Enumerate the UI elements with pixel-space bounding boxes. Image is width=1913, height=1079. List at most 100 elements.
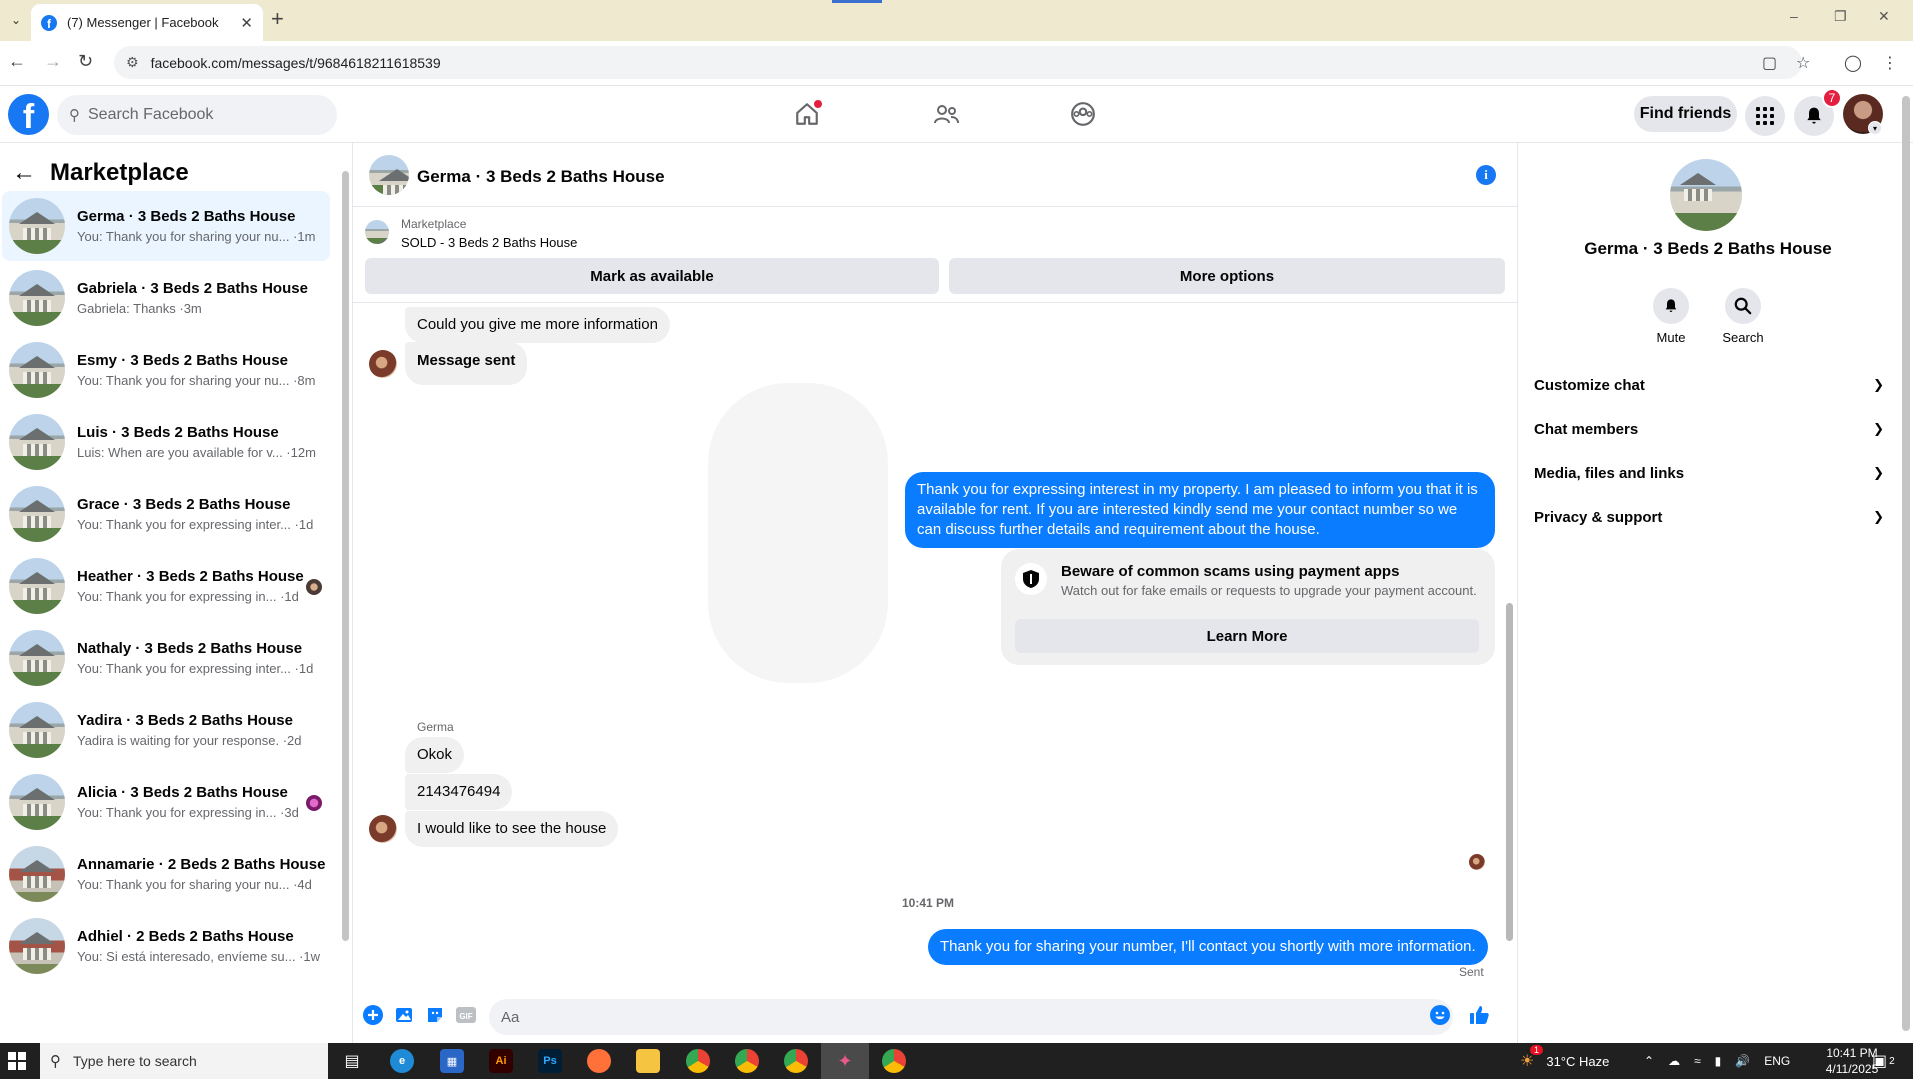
weather-widget[interactable]: ☀ 1 31°C Haze (1520, 1043, 1609, 1079)
contact-avatar[interactable] (369, 350, 397, 378)
media-files-links-section[interactable]: Media, files and links ❯ (1534, 451, 1884, 495)
app-pin-icon[interactable]: ✦ (833, 1049, 857, 1073)
taskbar-search[interactable]: ⚲ Type here to search (40, 1043, 328, 1079)
account-chevron-icon[interactable]: ▾ (1868, 121, 1882, 135)
address-bar-row: ← → ↻ ⚙ facebook.com/messages/t/96846182… (0, 41, 1913, 86)
tab-search-chevron-icon[interactable]: ⌄ (4, 8, 28, 32)
tab-close-icon[interactable]: ✕ (240, 14, 253, 32)
section-label: Media, files and links (1534, 464, 1685, 482)
plus-circle-icon[interactable] (361, 1003, 385, 1027)
chrome-profile-icon[interactable] (735, 1049, 759, 1073)
back-arrow-icon[interactable]: ← (12, 159, 36, 187)
outgoing-message: Thank you for expressing interest in my … (905, 472, 1495, 548)
onedrive-icon[interactable]: ☁ (1668, 1054, 1680, 1068)
conversation-item[interactable]: Luis · 3 Beds 2 Baths House Luis: When ar… (2, 407, 330, 477)
site-settings-icon[interactable]: ⚙ (126, 54, 139, 71)
conversation-item[interactable]: Heather · 3 Beds 2 Baths House You: Thank… (2, 551, 330, 621)
sender-name: Germa (417, 720, 454, 734)
sticker-icon[interactable] (423, 1003, 447, 1027)
conversation-item[interactable]: Nathaly · 3 Beds 2 Baths House You: Thank… (2, 623, 330, 693)
new-tab-icon[interactable]: + (271, 6, 284, 32)
wifi-icon[interactable]: ≈ (1694, 1054, 1701, 1068)
chat-panel: Germa · 3 Beds 2 Baths House i Marketpla… (353, 143, 1518, 1043)
search-in-chat-button[interactable]: Search (1713, 288, 1773, 345)
profile-house-photo[interactable] (1670, 159, 1742, 231)
friends-icon (934, 105, 959, 124)
listing-status[interactable]: SOLD - 3 Beds 2 Baths House (401, 235, 577, 250)
house-thumbnail (9, 486, 65, 542)
conversation-item[interactable]: Gabriela · 3 Beds 2 Baths House Gabriela:… (2, 263, 330, 333)
forward-arrow-icon[interactable]: → (44, 51, 62, 72)
photoshop-icon[interactable]: Ps (538, 1049, 562, 1073)
find-friends-button[interactable]: Find friends (1634, 96, 1737, 132)
photo-icon[interactable] (392, 1003, 416, 1027)
friends-nav[interactable] (926, 96, 966, 132)
privacy-support-section[interactable]: Privacy & support ❯ (1534, 495, 1884, 539)
install-app-icon[interactable]: ▢ (1762, 53, 1777, 73)
conversation-item[interactable]: Grace · 3 Beds 2 Baths House You: Thank y… (2, 479, 330, 549)
chat-house-avatar[interactable] (369, 155, 409, 195)
back-arrow-icon[interactable]: ← (8, 51, 26, 72)
volume-icon[interactable]: 🔊 (1735, 1054, 1750, 1068)
marketplace-banner: Marketplace SOLD - 3 Beds 2 Baths House … (353, 208, 1518, 303)
omnibox[interactable]: ⚙ facebook.com/messages/t/96846182116185… (114, 46, 1802, 79)
facebook-logo-icon[interactable]: f (8, 94, 49, 135)
chrome-icon[interactable] (686, 1049, 710, 1073)
conversation-item[interactable]: Alicia · 3 Beds 2 Baths House You: Thank … (2, 767, 330, 837)
sidebar-scrollbar[interactable] (342, 171, 349, 941)
facebook-search[interactable]: ⚲ (57, 95, 337, 135)
outgoing-message: Thank you for sharing your number, I'll … (928, 929, 1488, 965)
contact-avatar[interactable] (369, 815, 397, 843)
chat-title[interactable]: Germa · 3 Beds 2 Baths House (417, 167, 665, 187)
message-input-box[interactable] (489, 999, 1453, 1035)
info-icon[interactable]: i (1476, 165, 1496, 185)
window-close-icon[interactable]: ✕ (1878, 8, 1890, 25)
conversation-item[interactable]: Annamarie · 2 Beds 2 Baths House You: Tha… (2, 839, 330, 909)
restore-icon[interactable]: ❐ (1834, 8, 1847, 25)
conversation-item[interactable]: Adhiel · 2 Beds 2 Baths House You: Si est… (2, 911, 330, 981)
chevron-down-icon: ❯ (1873, 465, 1884, 480)
chat-scrollbar[interactable] (1506, 603, 1513, 941)
firefox-icon[interactable] (587, 1049, 611, 1073)
chrome-profile-icon[interactable] (784, 1049, 808, 1073)
learn-more-button[interactable]: Learn More (1015, 619, 1479, 653)
facebook-search-input[interactable] (88, 106, 308, 124)
house-thumbnail (9, 630, 65, 686)
language-indicator[interactable]: ENG (1764, 1054, 1790, 1068)
gif-icon[interactable]: GIF (454, 1003, 478, 1027)
message-input[interactable] (501, 1008, 1401, 1026)
house-thumbnail (9, 846, 65, 902)
mute-button[interactable]: Mute (1641, 288, 1701, 345)
profile-icon[interactable]: ◯ (1844, 53, 1862, 73)
chevron-up-icon[interactable]: ⌃ (1644, 1054, 1654, 1068)
browser-tab[interactable]: f (7) Messenger | Facebook ✕ (31, 4, 263, 41)
action-center-icon[interactable]: ▣ 2 (1872, 1043, 1895, 1079)
windows-start-icon[interactable] (8, 1052, 26, 1070)
page-scrollbar[interactable] (1902, 96, 1910, 1031)
reload-icon[interactable]: ↻ (78, 51, 93, 72)
store-icon[interactable]: ▦ (440, 1049, 464, 1073)
chat-members-section[interactable]: Chat members ❯ (1534, 407, 1884, 451)
conversation-item[interactable]: Yadira · 3 Beds 2 Baths House Yadira is w… (2, 695, 330, 765)
mark-as-available-button[interactable]: Mark as available (365, 258, 939, 294)
illustrator-icon[interactable]: Ai (489, 1049, 513, 1073)
bookmark-star-icon[interactable]: ☆ (1796, 53, 1810, 73)
chrome-profile-icon[interactable] (882, 1049, 906, 1073)
conversation-item[interactable]: Esmy · 3 Beds 2 Baths House You: Thank yo… (2, 335, 330, 405)
task-view-icon[interactable]: ▤ (340, 1049, 364, 1073)
groups-nav[interactable] (1063, 96, 1103, 132)
listing-thumbnail (365, 220, 389, 244)
tab-title: (7) Messenger | Facebook (67, 15, 219, 30)
emoji-icon[interactable] (1428, 1003, 1452, 1027)
conversation-item[interactable]: Germa · 3 Beds 2 Baths House You: Thank y… (2, 191, 330, 261)
more-options-button[interactable]: More options (949, 258, 1505, 294)
customize-chat-section[interactable]: Customize chat ❯ (1534, 363, 1884, 407)
battery-icon[interactable]: ▮ (1715, 1054, 1722, 1068)
minimize-icon[interactable]: – (1790, 8, 1798, 24)
home-nav[interactable] (787, 96, 827, 132)
browser-menu-icon[interactable]: ⋮ (1882, 53, 1898, 73)
menu-grid-button[interactable] (1745, 96, 1785, 136)
thumbs-up-icon[interactable] (1467, 1003, 1491, 1027)
file-explorer-icon[interactable] (636, 1049, 660, 1073)
edge-icon[interactable]: e (390, 1049, 414, 1073)
